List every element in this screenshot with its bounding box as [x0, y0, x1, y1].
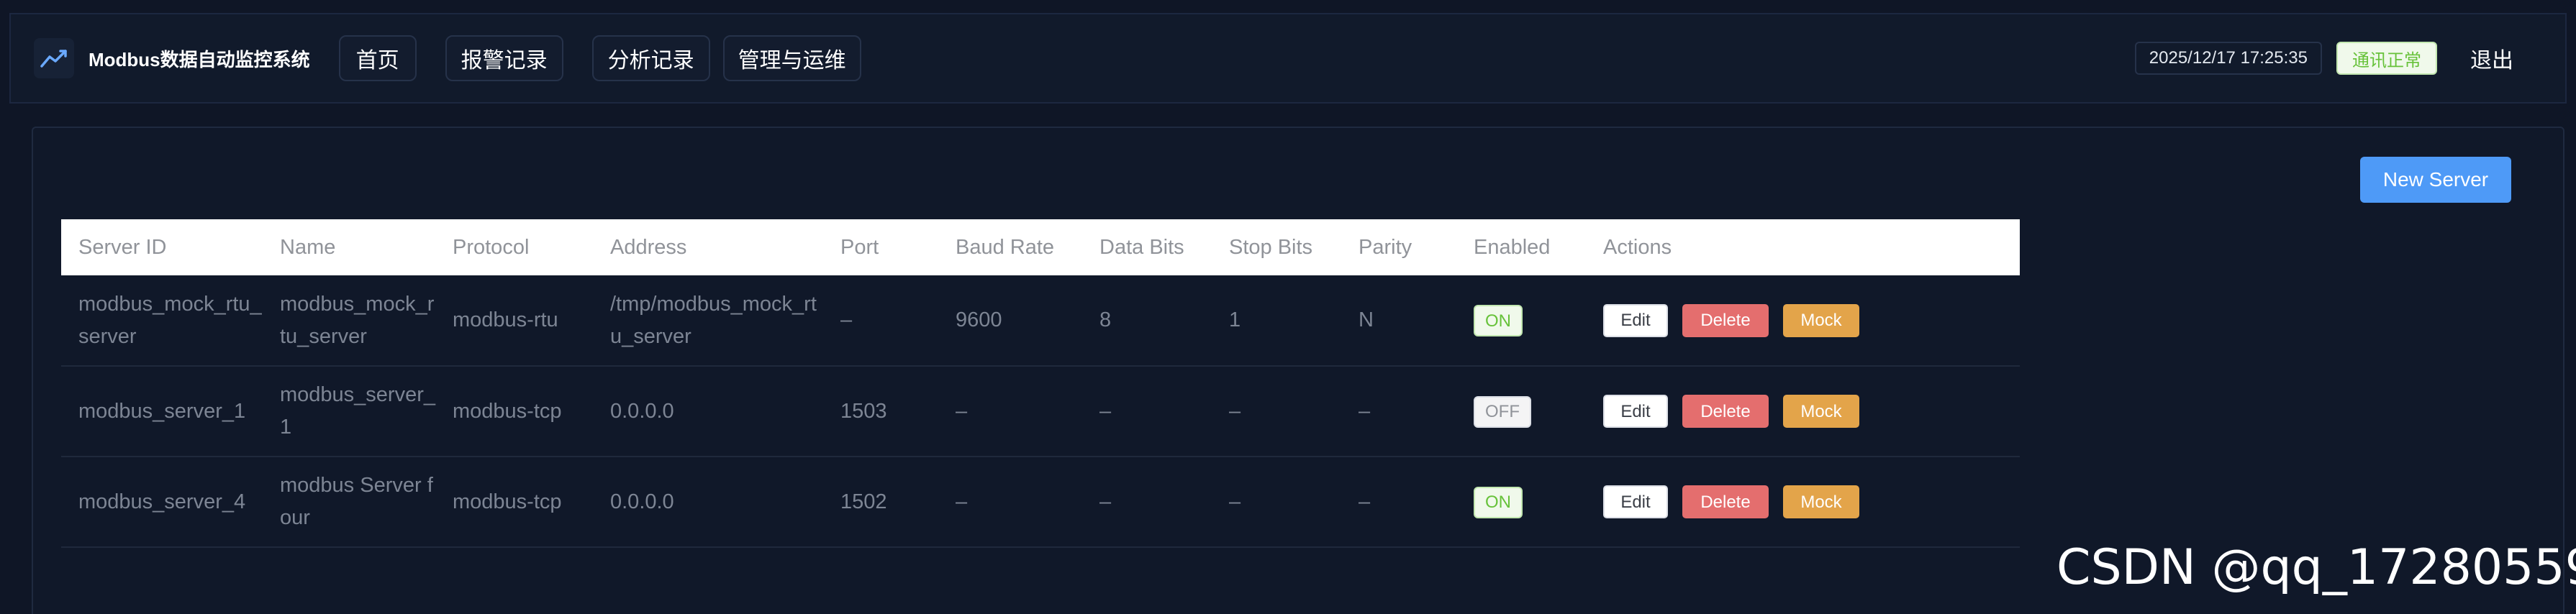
logout-button[interactable]: 退出 [2470, 42, 2513, 74]
connection-status-badge: 通讯正常 [2336, 42, 2437, 75]
cell-baud-rate: – [938, 366, 1082, 457]
current-datetime: 2025/12/17 17:25:35 [2134, 42, 2322, 75]
cell-port: 1503 [823, 366, 938, 457]
column-header: Address [593, 219, 823, 275]
nav-analysis-records-button[interactable]: 分析记录 [591, 35, 710, 81]
table-header-row: Server ID Name Protocol Address Port Bau… [61, 219, 2020, 275]
cell-enabled: OFF [1456, 366, 1586, 457]
cell-address: /tmp/modbus_mock_rtu_server [593, 275, 823, 367]
column-header: Name [263, 219, 435, 275]
delete-button[interactable]: Delete [1682, 395, 1769, 429]
new-server-button[interactable]: New Server [2360, 157, 2511, 203]
cell-name: modbus_server_1 [263, 366, 435, 457]
cell-enabled: ON [1456, 457, 1586, 548]
column-header: Enabled [1456, 219, 1586, 275]
cell-server-id: modbus_server_4 [61, 457, 263, 548]
mock-button[interactable]: Mock [1783, 485, 1859, 519]
cell-name: modbus Server four [263, 457, 435, 548]
nav-management-button[interactable]: 管理与运维 [722, 35, 861, 81]
cell-enabled: ON [1456, 275, 1586, 367]
cell-protocol: modbus-tcp [435, 457, 593, 548]
mock-button[interactable]: Mock [1783, 395, 1859, 429]
top-header: Modbus数据自动监控系统 首页 报警记录 分析记录 管理与运维 2025/1… [9, 13, 2567, 104]
column-header: Data Bits [1082, 219, 1212, 275]
edit-button[interactable]: Edit [1603, 303, 1668, 337]
mock-button[interactable]: Mock [1783, 303, 1859, 337]
edit-button[interactable]: Edit [1603, 395, 1668, 429]
cell-name: modbus_mock_rtu_server [263, 275, 435, 367]
table-row: modbus_mock_rtu_server modbus_mock_rtu_s… [61, 275, 2020, 367]
server-table: Server ID Name Protocol Address Port Bau… [61, 219, 2020, 548]
cell-data-bits: – [1082, 366, 1212, 457]
delete-button[interactable]: Delete [1682, 303, 1769, 337]
table-row: modbus_server_4 modbus Server four modbu… [61, 457, 2020, 548]
cell-actions: Edit Delete Mock [1586, 275, 2020, 367]
enabled-toggle[interactable]: ON [1474, 486, 1523, 518]
app-title: Modbus数据自动监控系统 [89, 48, 310, 70]
cell-address: 0.0.0.0 [593, 366, 823, 457]
enabled-toggle[interactable]: OFF [1474, 395, 1531, 428]
cell-baud-rate: 9600 [938, 275, 1082, 367]
cell-port: – [823, 275, 938, 367]
cell-parity: – [1341, 457, 1456, 548]
cell-server-id: modbus_server_1 [61, 366, 263, 457]
cell-baud-rate: – [938, 457, 1082, 548]
cell-data-bits: – [1082, 457, 1212, 548]
trend-line-icon [34, 38, 74, 78]
column-header: Port [823, 219, 938, 275]
column-header: Server ID [61, 219, 263, 275]
column-header: Protocol [435, 219, 593, 275]
cell-actions: Edit Delete Mock [1586, 457, 2020, 548]
nav-home-button[interactable]: 首页 [338, 35, 417, 81]
cell-server-id: modbus_mock_rtu_server [61, 275, 263, 367]
cell-stop-bits: 1 [1212, 275, 1341, 367]
column-header: Parity [1341, 219, 1456, 275]
column-header: Stop Bits [1212, 219, 1341, 275]
delete-button[interactable]: Delete [1682, 485, 1769, 519]
page: Modbus数据自动监控系统 首页 报警记录 分析记录 管理与运维 2025/1… [0, 0, 2576, 614]
cell-parity: N [1341, 275, 1456, 367]
cell-stop-bits: – [1212, 366, 1341, 457]
cell-protocol: modbus-tcp [435, 366, 593, 457]
cell-stop-bits: – [1212, 457, 1341, 548]
nav-alarm-records-button[interactable]: 报警记录 [445, 35, 563, 81]
cell-port: 1502 [823, 457, 938, 548]
column-header: Actions [1586, 219, 2020, 275]
enabled-toggle[interactable]: ON [1474, 305, 1523, 337]
cell-data-bits: 8 [1082, 275, 1212, 367]
cell-address: 0.0.0.0 [593, 457, 823, 548]
cell-actions: Edit Delete Mock [1586, 366, 2020, 457]
watermark-text: CSDN @qq_17280559 [2056, 539, 2576, 596]
column-header: Baud Rate [938, 219, 1082, 275]
edit-button[interactable]: Edit [1603, 485, 1668, 519]
cell-parity: – [1341, 366, 1456, 457]
table-row: modbus_server_1 modbus_server_1 modbus-t… [61, 366, 2020, 457]
cell-protocol: modbus-rtu [435, 275, 593, 367]
